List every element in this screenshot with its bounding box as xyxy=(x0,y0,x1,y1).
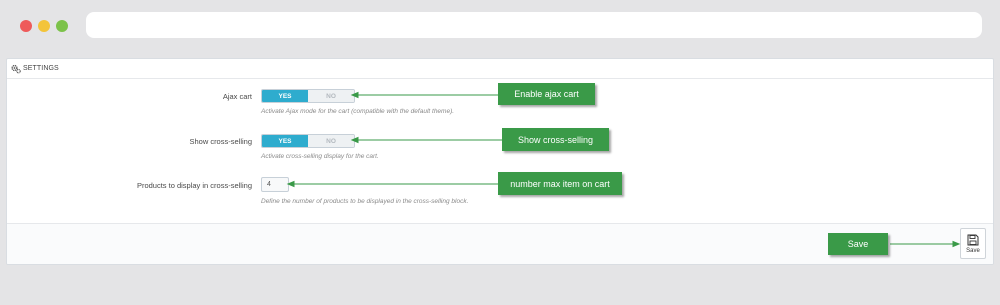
panel-title: SETTINGS xyxy=(23,65,59,72)
callout-number-max-item: number max item on cart xyxy=(498,172,622,195)
callout-show-cross-selling: Show cross-selling xyxy=(502,128,609,151)
ajax-cart-yes-option[interactable]: YES xyxy=(262,90,308,102)
minimize-window-button[interactable] xyxy=(38,20,50,32)
browser-toolbar xyxy=(0,0,1000,52)
floppy-disk-icon xyxy=(967,234,979,245)
cross-selling-yes-option[interactable]: YES xyxy=(262,135,308,147)
maximize-window-button[interactable] xyxy=(56,20,68,32)
show-cross-selling-help: Activate cross-selling display for the c… xyxy=(261,153,379,160)
show-cross-selling-switch[interactable]: YES NO xyxy=(261,134,355,148)
show-cross-selling-label: Show cross-selling xyxy=(189,137,252,146)
panel-header: SETTINGS xyxy=(7,59,993,79)
cross-selling-no-option[interactable]: NO xyxy=(308,135,354,147)
products-count-label: Products to display in cross-selling xyxy=(136,181,252,190)
products-count-help: Define the number of products to be disp… xyxy=(261,198,469,205)
ajax-cart-label: Ajax cart xyxy=(222,92,252,101)
ajax-cart-switch[interactable]: YES NO xyxy=(261,89,355,103)
ajax-cart-help: Activate Ajax mode for the cart (compati… xyxy=(261,108,455,115)
callout-save: Save xyxy=(828,233,888,255)
callout-enable-ajax-cart: Enable ajax cart xyxy=(498,83,595,105)
gears-icon xyxy=(11,64,21,73)
save-button-label: Save xyxy=(966,247,980,254)
products-count-input[interactable]: 4 xyxy=(261,177,289,192)
save-button[interactable]: Save xyxy=(960,228,986,259)
address-bar[interactable] xyxy=(86,12,982,38)
ajax-cart-no-option[interactable]: NO xyxy=(308,90,354,102)
close-window-button[interactable] xyxy=(20,20,32,32)
